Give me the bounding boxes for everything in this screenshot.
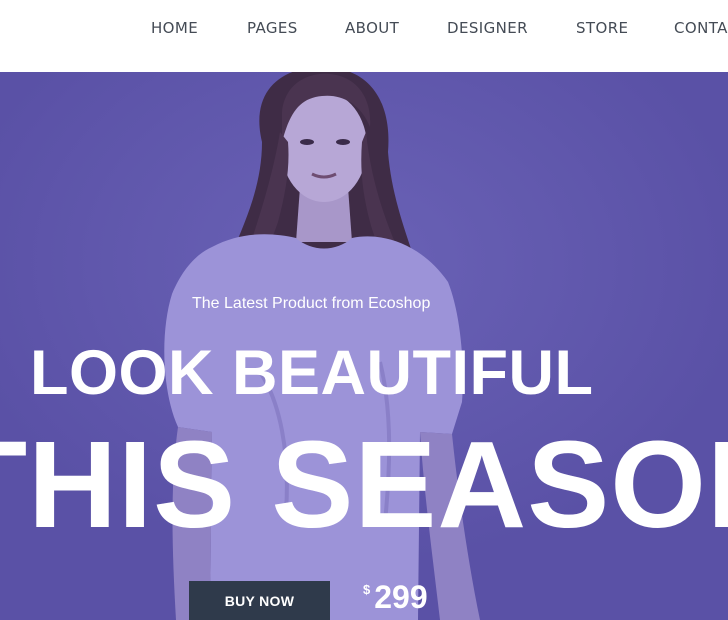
hero-subtitle: The Latest Product from Ecoshop xyxy=(192,295,431,312)
price-tag: $299 xyxy=(363,579,428,616)
nav-item-home[interactable]: HOME xyxy=(151,19,198,37)
nav-item-designer[interactable]: DESIGNER xyxy=(447,19,528,37)
buy-now-button[interactable]: BUY NOW xyxy=(189,581,330,620)
hero-headline-line2: THIS SEASON xyxy=(0,417,728,554)
price-currency: $ xyxy=(363,582,371,597)
price-amount: 299 xyxy=(374,579,428,615)
hero-headline-line1: LOOK BEAUTIFUL xyxy=(30,338,594,408)
nav-item-contact[interactable]: CONTACT xyxy=(674,19,728,37)
nav-item-store[interactable]: STORE xyxy=(576,19,628,37)
nav-item-about[interactable]: ABOUT xyxy=(345,19,399,37)
nav-item-pages[interactable]: PAGES xyxy=(247,19,298,37)
top-navigation: HOME PAGES ABOUT DESIGNER STORE CONTACT xyxy=(0,0,728,72)
hero-banner: The Latest Product from Ecoshop LOOK BEA… xyxy=(0,72,728,620)
